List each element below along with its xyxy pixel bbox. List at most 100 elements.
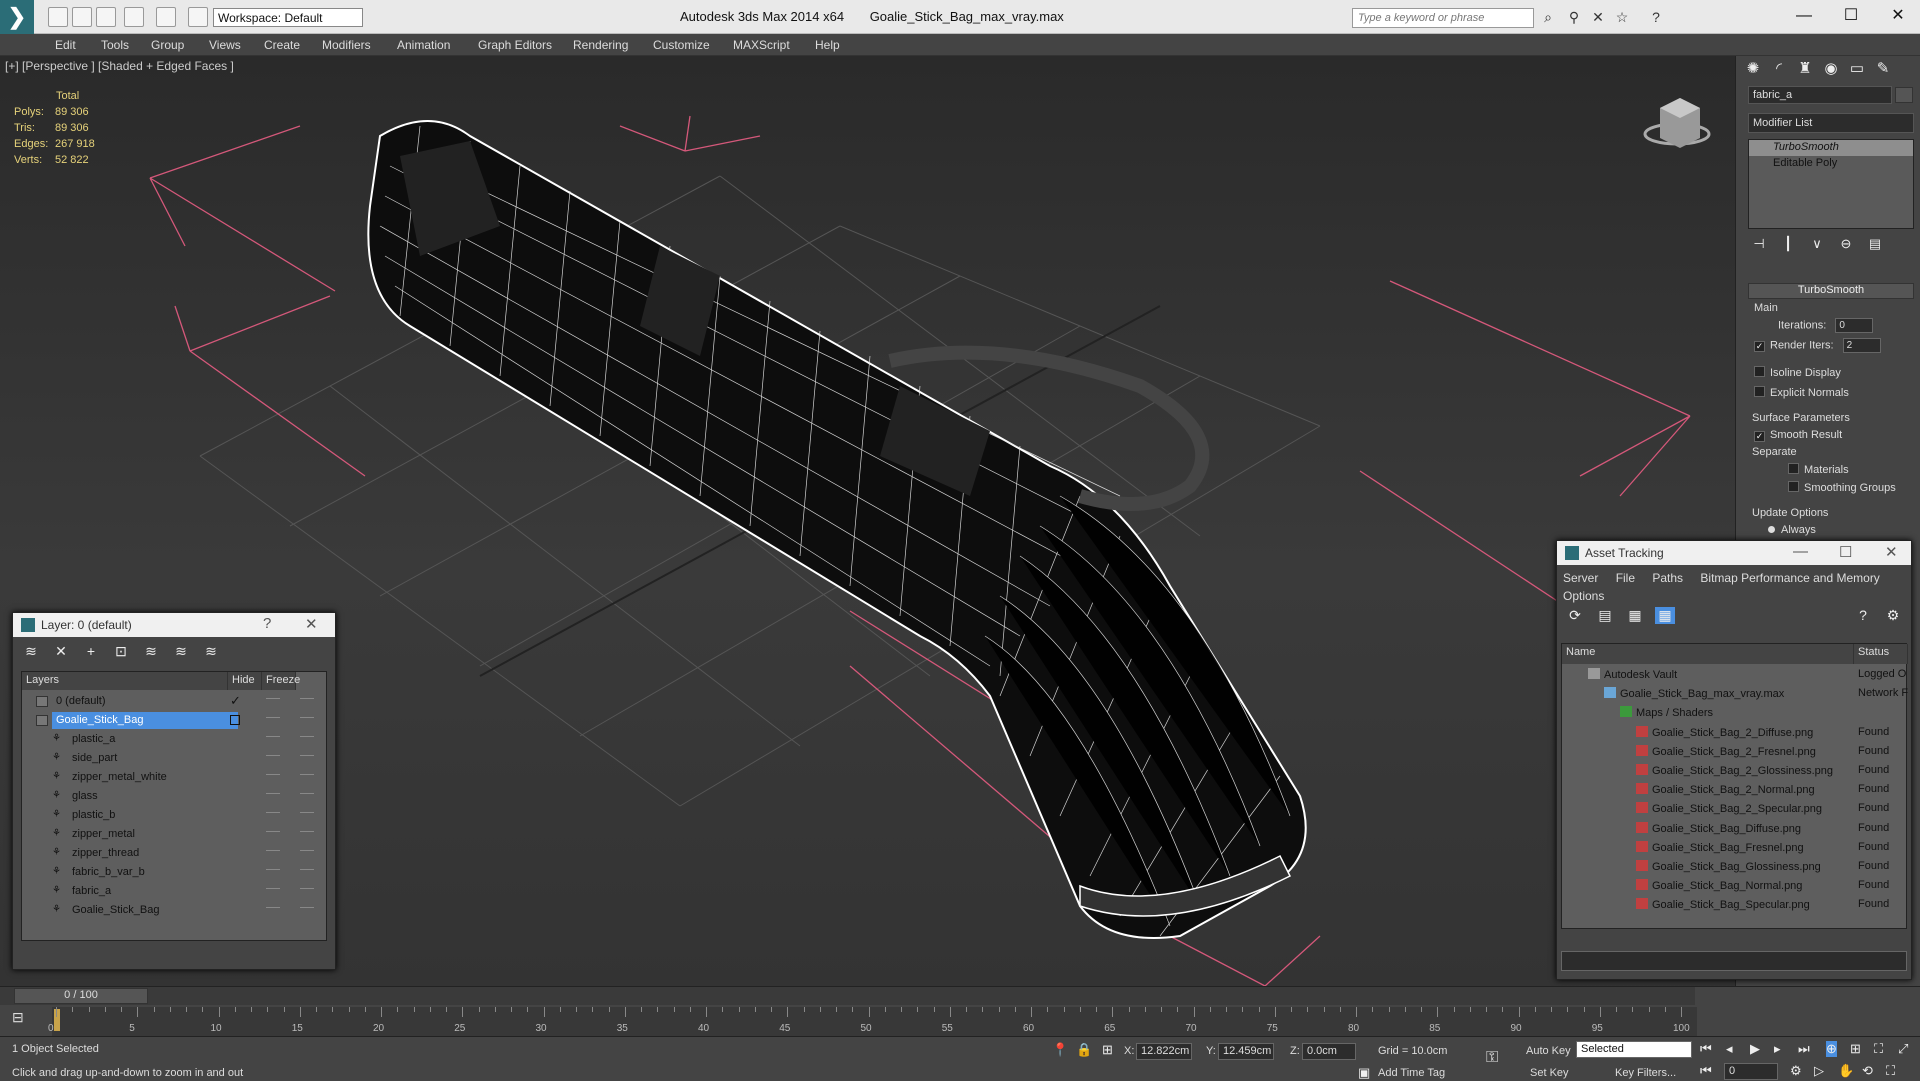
asset-row[interactable]: Goalie_Stick_Bag_Diffuse.png Found [1562,820,1912,839]
zoom-all-icon[interactable]: ⊞ [1850,1041,1861,1057]
freeze-toggle[interactable] [300,755,314,759]
menu-tools[interactable]: Tools [101,38,129,52]
freeze-all-icon[interactable]: ≋ [201,643,221,660]
make-unique-icon[interactable]: ∨ [1806,236,1828,252]
add-time-tag[interactable]: Add Time Tag [1378,1067,1445,1079]
table-view-icon[interactable]: ▦ [1655,607,1675,624]
layer-row[interactable]: 0 (default) ✓ [22,692,326,711]
modify-tab-icon[interactable]: ◜ [1768,58,1790,80]
pan-view-icon[interactable]: ✋ [1838,1063,1854,1079]
create-tab-icon[interactable]: ✺ [1742,58,1764,80]
hide-toggle[interactable] [266,736,280,740]
layer-row[interactable]: ⚘ zipper_metal_white [22,768,326,787]
menu-graph-editors[interactable]: Graph Editors [478,38,552,52]
hide-toggle[interactable] [266,907,280,911]
current-frame-field[interactable]: 0 [1724,1063,1778,1080]
freeze-toggle[interactable] [300,736,314,740]
layer-name[interactable]: Goalie_Stick_Bag [52,712,238,729]
menu-group[interactable]: Group [151,38,184,52]
hide-toggle[interactable] [266,812,280,816]
hide-toggle[interactable] [266,717,280,721]
minimize-icon[interactable]: — [1793,543,1808,560]
asset-row[interactable]: Goalie_Stick_Bag_2_Normal.png Found [1562,781,1912,800]
hide-all-icon[interactable]: ≋ [171,643,191,660]
list-view-icon[interactable]: ▤ [1595,607,1615,624]
column-hide[interactable]: Hide [228,672,262,690]
configure-sets-icon[interactable]: ▤ [1864,236,1886,252]
freeze-toggle[interactable] [300,850,314,854]
column-layers[interactable]: Layers [22,672,228,690]
stack-item-turbosmooth[interactable]: TurboSmooth [1749,140,1913,156]
freeze-toggle[interactable] [300,793,314,797]
y-coordinate-field[interactable]: 12.459cm [1218,1043,1274,1060]
favorites-star-icon[interactable]: ☆ [1614,9,1630,25]
smooth-result-checkbox[interactable]: ✓ [1754,431,1765,442]
show-end-result-icon[interactable]: ┃ [1777,236,1799,252]
close-button[interactable]: ✕ [1880,4,1916,28]
add-layer-icon[interactable]: + [81,643,101,659]
menu-bitmap-performance[interactable]: Bitmap Performance and Memory [1700,571,1879,585]
freeze-toggle[interactable] [300,698,314,702]
options-icon[interactable]: ⚙ [1883,607,1903,624]
layer-name[interactable]: fabric_b_var_b [68,864,145,881]
close-icon[interactable]: ✕ [1885,543,1898,561]
field-of-view-icon[interactable]: ▷ [1814,1063,1824,1079]
layer-row[interactable]: ⚘ fabric_b_var_b [22,863,326,882]
layer-row[interactable]: ⚘ fabric_a [22,882,326,901]
layer-row[interactable]: ⚘ glass [22,787,326,806]
layer-name[interactable]: 0 (default) [52,693,106,710]
z-coordinate-field[interactable]: 0.0cm [1302,1043,1356,1060]
menu-help[interactable]: Help [815,38,840,52]
next-frame-icon[interactable]: ▸ [1774,1041,1781,1057]
help-icon[interactable]: ? [1648,9,1664,25]
menu-modifiers[interactable]: Modifiers [322,38,371,52]
layer-name[interactable]: zipper_thread [68,845,139,862]
pin-stack-icon[interactable]: ⊣ [1748,236,1770,252]
layer-name[interactable]: plastic_a [68,731,115,748]
column-status[interactable]: Status [1854,644,1908,664]
asset-row[interactable]: Autodesk Vault Logged O [1562,666,1912,685]
explicit-normals-checkbox[interactable] [1754,386,1765,397]
maximize-button[interactable]: ☐ [1833,4,1869,28]
display-tab-icon[interactable]: ▭ [1846,58,1868,80]
make-current-box-icon[interactable] [230,715,240,725]
layer-row[interactable]: ⚘ plastic_b [22,806,326,825]
menu-animation[interactable]: Animation [397,38,450,52]
smoothing-groups-checkbox[interactable] [1788,481,1799,492]
menu-create[interactable]: Create [264,38,300,52]
hide-toggle[interactable] [266,869,280,873]
current-frame-marker[interactable] [54,1009,60,1031]
key-mode-icon[interactable]: ⏮ [1700,1063,1712,1079]
maximize-viewport-icon[interactable]: ⤢ [1898,1041,1908,1057]
isoline-checkbox[interactable] [1754,366,1765,377]
asset-row[interactable]: Maps / Shaders [1562,704,1912,723]
hierarchy-tab-icon[interactable]: ♜ [1794,58,1816,80]
stack-item-editable-poly[interactable]: Editable Poly [1749,156,1913,172]
delete-layer-icon[interactable]: ✕ [51,643,71,660]
turbosmooth-rollout-header[interactable]: TurboSmooth [1748,283,1914,299]
time-config-icon[interactable]: ⚙ [1790,1063,1802,1079]
play-icon[interactable]: ▶ [1750,1041,1760,1057]
layer-explorer-titlebar[interactable]: Layer: 0 (default) ? ✕ [13,613,335,637]
lock-selection-icon[interactable]: 🔒 [1076,1042,1092,1058]
layer-row[interactable]: ⚘ zipper_metal [22,825,326,844]
absolute-mode-icon[interactable]: ⊞ [1102,1042,1113,1058]
asset-path-field[interactable] [1561,951,1907,971]
app-logo-icon[interactable]: ❯ [0,0,34,34]
render-iters-spinner[interactable]: 2 [1842,338,1881,353]
layer-name[interactable]: plastic_b [68,807,115,824]
asset-row[interactable]: Goalie_Stick_Bag_2_Diffuse.png Found [1562,724,1912,743]
render-iters-checkbox[interactable]: ✓ [1754,341,1765,353]
layer-row[interactable]: ⚘ Goalie_Stick_Bag [22,901,326,920]
layer-row[interactable]: ⚘ zipper_thread [22,844,326,863]
time-tag-icon[interactable]: ▣ [1358,1065,1370,1081]
freeze-toggle[interactable] [300,812,314,816]
orbit-icon[interactable]: ⟲ [1862,1063,1873,1079]
menu-options[interactable]: Options [1563,589,1604,603]
remove-modifier-icon[interactable]: ⊖ [1835,236,1857,252]
new-file-icon[interactable] [48,7,68,27]
motion-tab-icon[interactable]: ◉ [1820,58,1842,80]
time-slider-thumb[interactable]: 0 / 100 [14,988,148,1004]
highlight-layer-icon[interactable]: ≋ [141,643,161,660]
layer-name[interactable]: fabric_a [68,883,111,900]
